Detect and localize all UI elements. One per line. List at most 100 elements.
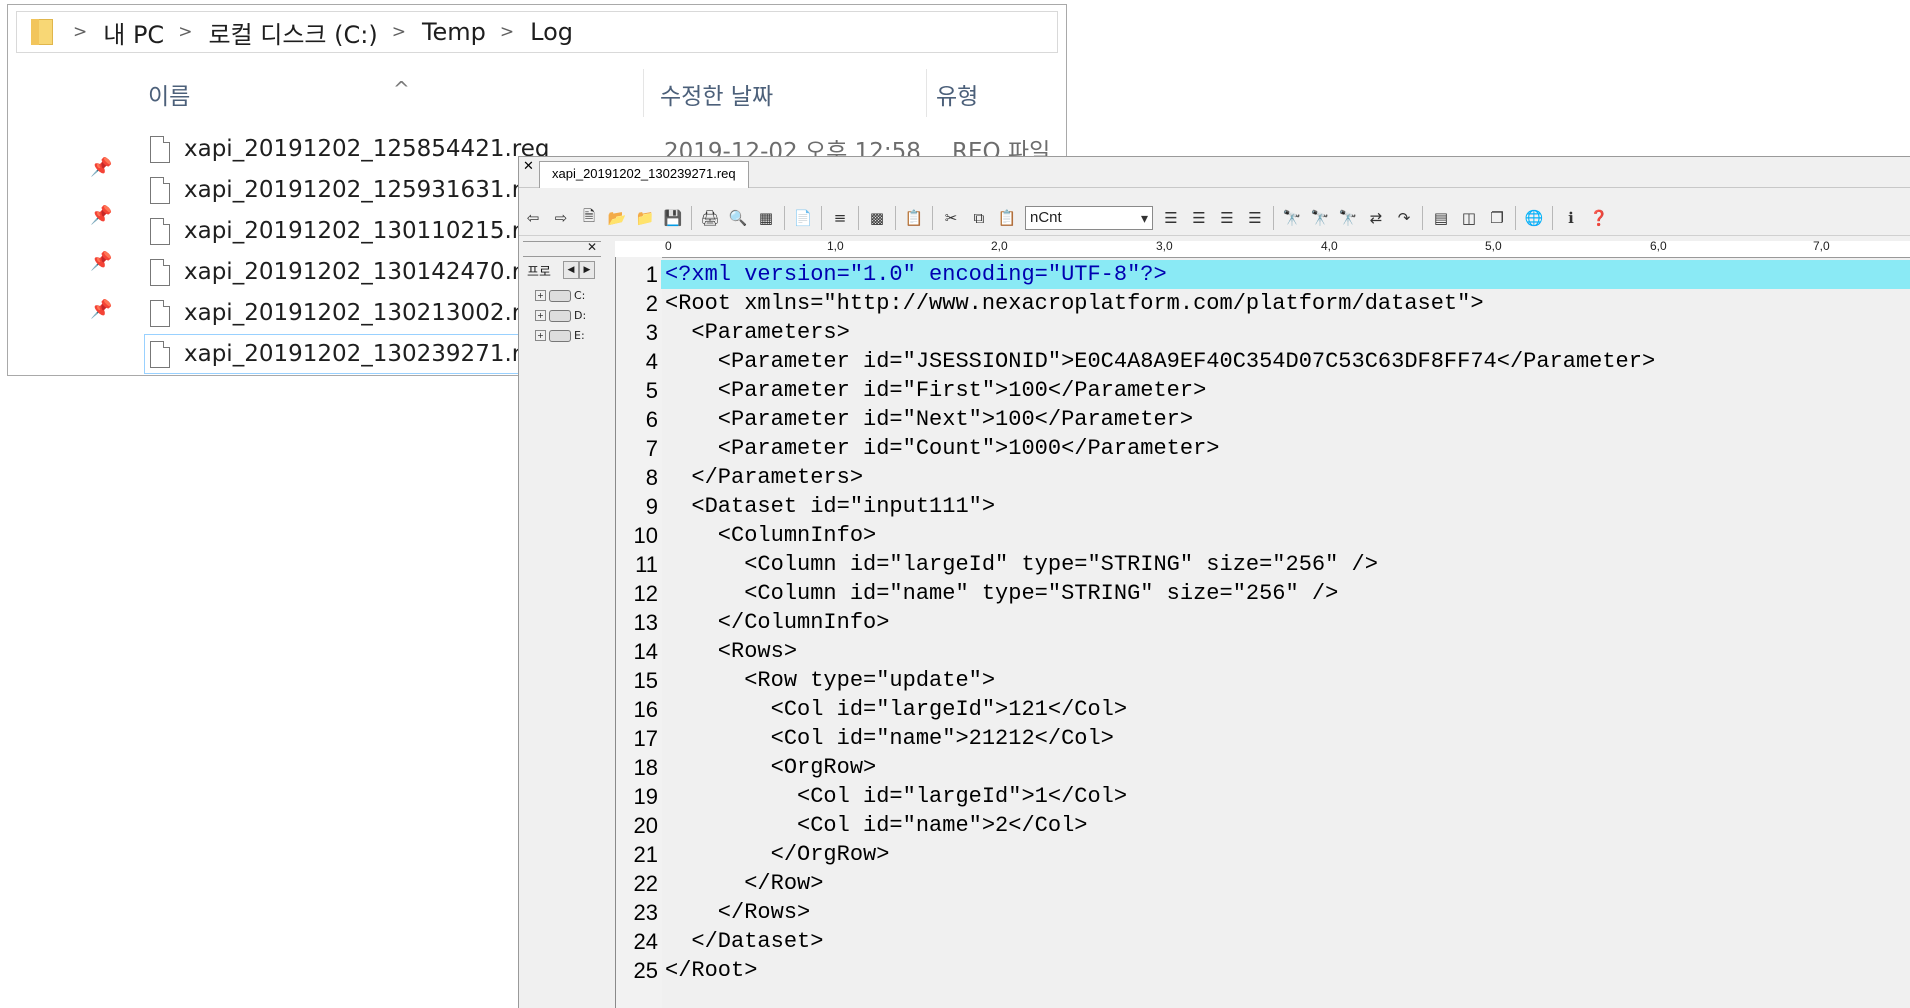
chevron-right-icon[interactable]: > <box>500 22 514 42</box>
chevron-right-icon[interactable]: > <box>392 22 406 42</box>
line-number: 16 <box>633 697 658 722</box>
ruler-label: 5,0 <box>1485 239 1502 253</box>
replace-icon[interactable]: ⇄ <box>1367 209 1385 227</box>
code-line[interactable]: 24 </Dataset> <box>615 927 1910 956</box>
code-line[interactable]: 21 </OrgRow> <box>615 840 1910 869</box>
file-name: xapi_20191202_130213002.rec <box>184 300 548 326</box>
split-horizontal-icon[interactable]: ▤ <box>1432 209 1450 227</box>
file-name: xapi_20191202_125854421.req <box>184 136 550 162</box>
code-line[interactable]: 16 <Col id="largeId">121</Col> <box>615 695 1910 724</box>
code-line[interactable]: 1 <?xml version="1.0" encoding="UTF-8"?> <box>615 260 1910 289</box>
address-bar[interactable]: > 내 PC > 로컬 디스크 (C:) > Temp > Log <box>16 11 1058 53</box>
open-folder-icon[interactable]: 📂 <box>608 209 627 227</box>
breadcrumb-log[interactable]: Log <box>530 18 573 46</box>
column-header-type[interactable]: 유형 <box>936 77 978 111</box>
code-line[interactable]: 20 <Col id="name">2</Col> <box>615 811 1910 840</box>
new-file-icon[interactable]: 🗎 <box>580 207 598 227</box>
column-header-modified[interactable]: 수정한 날짜 <box>660 77 773 111</box>
close-icon[interactable]: ✕ <box>587 240 597 254</box>
breadcrumb-my-pc[interactable]: 내 PC <box>103 15 164 50</box>
pane-tab[interactable]: 프로 ◀ ▶ <box>523 259 601 281</box>
align-left-icon[interactable]: ☰ <box>1162 209 1180 227</box>
ruler-label: 6,0 <box>1650 239 1667 253</box>
code-line[interactable]: 9 <Dataset id="input111"> <box>615 492 1910 521</box>
line-number: 15 <box>633 668 658 693</box>
tab-document[interactable]: xapi_20191202_130239271.req <box>539 161 749 188</box>
code-line[interactable]: 17 <Col id="name">21212</Col> <box>615 724 1910 753</box>
align-right-icon[interactable]: ☰ <box>1218 209 1236 227</box>
print-icon[interactable]: 🖨 <box>700 209 719 227</box>
code-line[interactable]: 14 <Rows> <box>615 637 1910 666</box>
split-vertical-icon[interactable]: ◫ <box>1460 209 1478 227</box>
hex-view-icon[interactable]: ▩ <box>868 209 886 227</box>
code-line[interactable]: 6 <Parameter id="Next">100</Parameter> <box>615 405 1910 434</box>
code-line[interactable]: 22 </Row> <box>615 869 1910 898</box>
tree-drive-item[interactable]: + D: <box>535 309 586 322</box>
align-center-icon[interactable]: ☰ <box>1190 209 1208 227</box>
browser-globe-icon[interactable]: 🌐 <box>1525 209 1544 227</box>
document-icon[interactable]: 📄 <box>794 209 813 227</box>
code-line[interactable]: 5 <Parameter id="First">100</Parameter> <box>615 376 1910 405</box>
toolbar-separator <box>1552 206 1553 230</box>
code-line[interactable]: 13 </ColumnInfo> <box>615 608 1910 637</box>
chevron-right-icon[interactable]: > <box>73 22 87 42</box>
code-line[interactable]: 19 <Col id="largeId">1</Col> <box>615 782 1910 811</box>
tree-drive-item[interactable]: + E: <box>535 329 585 342</box>
forward-arrow-icon[interactable]: ⇨ <box>552 209 570 227</box>
code-line[interactable]: 15 <Row type="update"> <box>615 666 1910 695</box>
code-line[interactable]: 10 <ColumnInfo> <box>615 521 1910 550</box>
justify-icon[interactable]: ☰ <box>1246 209 1264 227</box>
column-header-name[interactable]: 이름 <box>148 77 190 111</box>
pin-icon[interactable]: 📌 <box>90 157 112 178</box>
toolbar-separator <box>1422 206 1423 230</box>
help-icon[interactable]: ❓ <box>1590 209 1609 227</box>
code-line[interactable]: 3 <Parameters> <box>615 318 1910 347</box>
pin-icon[interactable]: 📌 <box>90 299 112 320</box>
expand-icon[interactable]: + <box>535 310 546 321</box>
tree-drive-item[interactable]: + C: <box>535 289 585 302</box>
code-line[interactable]: 11 <Column id="largeId" type="STRING" si… <box>615 550 1910 579</box>
find-prev-icon[interactable]: 🔭 <box>1339 209 1358 227</box>
code-line[interactable]: 4 <Parameter id="JSESSIONID">E0C4A8A9EF4… <box>615 347 1910 376</box>
pin-icon[interactable]: 📌 <box>90 205 112 226</box>
print-preview-icon[interactable]: 🔍 <box>729 209 748 227</box>
find-icon[interactable]: 🔭 <box>1283 209 1302 227</box>
cut-icon[interactable]: ✂ <box>942 209 960 227</box>
open-folder-alt-icon[interactable]: 📁 <box>636 209 655 227</box>
close-icon[interactable]: ✕ <box>523 159 534 174</box>
copy-icon[interactable]: ⧉ <box>970 209 988 227</box>
page-setup-icon[interactable]: ▦ <box>757 209 775 227</box>
chevron-right-icon[interactable]: > <box>178 22 192 42</box>
info-icon[interactable]: ℹ <box>1562 209 1580 227</box>
line-number: 1 <box>645 262 658 287</box>
code-line[interactable]: 7 <Parameter id="Count">1000</Parameter> <box>615 434 1910 463</box>
chevron-right-icon[interactable]: ▶ <box>579 261 595 279</box>
expand-icon[interactable]: + <box>535 290 546 301</box>
windows-icon[interactable]: ❐ <box>1488 209 1506 227</box>
column-divider[interactable] <box>643 69 644 117</box>
code-line[interactable]: 23 </Rows> <box>615 898 1910 927</box>
goto-icon[interactable]: ↷ <box>1395 209 1413 227</box>
save-icon[interactable]: 💾 <box>664 209 683 227</box>
snippet-combo[interactable]: nCnt <box>1025 206 1153 230</box>
find-next-icon[interactable]: 🔭 <box>1311 209 1330 227</box>
column-divider[interactable] <box>926 69 927 117</box>
line-text: <OrgRow> <box>665 755 877 780</box>
breadcrumb-local-disk[interactable]: 로컬 디스크 (C:) <box>208 15 377 50</box>
breadcrumb-temp[interactable]: Temp <box>422 18 486 46</box>
line-number: 20 <box>633 813 658 838</box>
clipboard-icon[interactable]: 📋 <box>905 209 924 227</box>
code-line[interactable]: 12 <Column id="name" type="STRING" size=… <box>615 579 1910 608</box>
code-line[interactable]: 2 <Root xmlns="http://www.nexacroplatform… <box>615 289 1910 318</box>
code-line[interactable]: 18 <OrgRow> <box>615 753 1910 782</box>
file-name: xapi_20191202_130239271.rec <box>184 341 548 367</box>
pin-icon[interactable]: 📌 <box>90 251 112 272</box>
expand-icon[interactable]: + <box>535 330 546 341</box>
code-line[interactable]: 25 </Root> <box>615 956 1910 985</box>
paste-icon[interactable]: 📋 <box>998 209 1017 227</box>
drive-label: D: <box>574 309 587 322</box>
code-line[interactable]: 8 </Parameters> <box>615 463 1910 492</box>
chevron-left-icon[interactable]: ◀ <box>563 261 579 279</box>
word-wrap-icon[interactable]: ≡ <box>831 209 849 227</box>
back-arrow-icon[interactable]: ⇦ <box>524 209 542 227</box>
